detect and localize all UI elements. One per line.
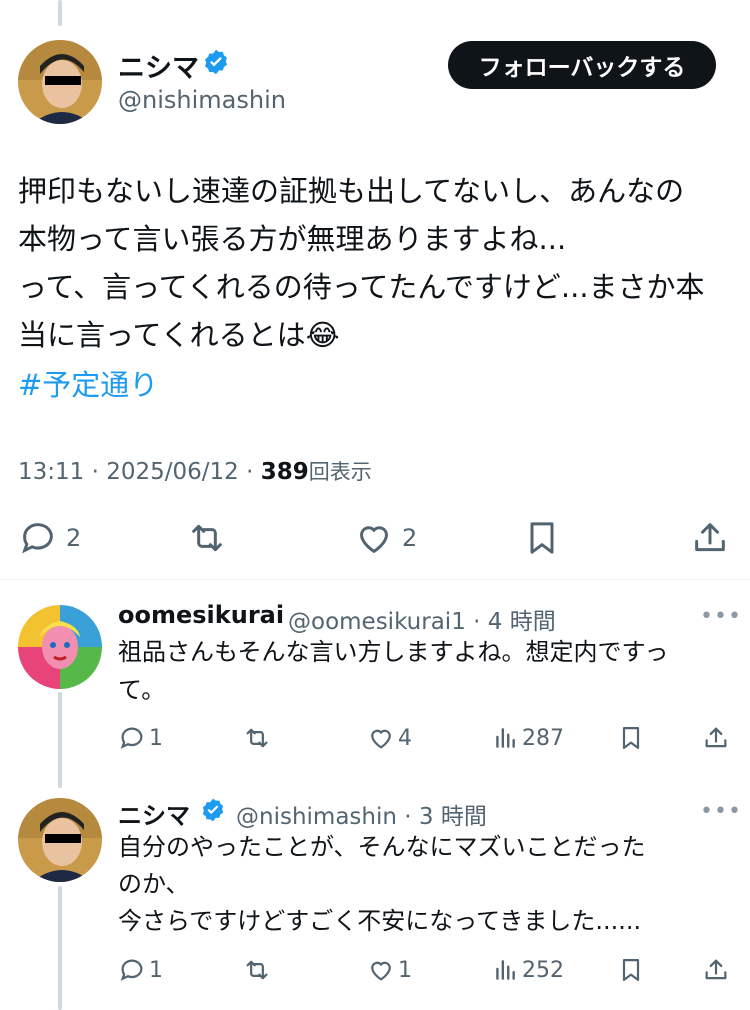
reply-avatar[interactable] xyxy=(18,798,102,882)
follow-back-button[interactable]: フォローバックする xyxy=(448,41,716,89)
retweet-icon xyxy=(246,960,268,980)
reply-text-line-2: のか、 xyxy=(118,870,190,898)
bookmark-button[interactable] xyxy=(617,956,645,984)
share-icon xyxy=(705,727,727,748)
bookmark-icon xyxy=(622,958,640,982)
tweet-text-line-1: 押印もないし速達の証拠も出してないし、あんなの xyxy=(18,174,685,208)
divider xyxy=(0,579,750,580)
avatar[interactable] xyxy=(18,40,102,124)
reply-text-line-1: 自分のやったことが、そんなにマズいことだった xyxy=(118,833,646,861)
share-button[interactable] xyxy=(702,956,730,984)
heart-icon xyxy=(359,526,389,554)
verified-badge-icon xyxy=(200,797,226,827)
reply-icon xyxy=(120,959,143,981)
reply-text-line-1: 祖品さんもそんな言い方しますよね。想定内ですっ xyxy=(118,638,669,666)
retweet-button[interactable] xyxy=(186,518,228,558)
like-button[interactable]: 2 xyxy=(354,518,417,558)
like-count: 2 xyxy=(402,524,418,552)
reply-count: 2 xyxy=(66,524,82,552)
tweet-text-line-3: って、言ってくれるの待ってたんですけど...まさか本 xyxy=(18,270,705,304)
thread-connector-reply xyxy=(58,692,62,788)
tweet-text-line-4-text: 当に言ってくれるとは xyxy=(18,318,306,352)
like-button[interactable]: 1 xyxy=(367,956,412,984)
heart-icon xyxy=(371,961,391,981)
bookmark-icon xyxy=(622,726,640,750)
reply-button[interactable]: 1 xyxy=(118,724,163,752)
views-label: 回表示 xyxy=(308,460,372,484)
hashtag-link[interactable]: #予定通り xyxy=(18,362,158,404)
reply-handle-time[interactable]: @oomesikurai1 · 4 時間 xyxy=(288,602,556,636)
retweet-button[interactable] xyxy=(243,956,271,984)
timestamp[interactable]: 13:11 · 2025/06/12 · xyxy=(18,459,261,485)
reply-author-name[interactable]: ニシマ xyxy=(118,796,190,831)
retweet-button[interactable] xyxy=(243,724,271,752)
reply-author-name[interactable]: oomesikurai xyxy=(118,601,284,629)
reply-count: 1 xyxy=(149,957,163,983)
reply-handle-time[interactable]: @nishimashin · 3 時間 xyxy=(236,797,487,831)
laughing-emoji-icon: 😂 xyxy=(305,318,340,352)
views-button[interactable]: 252 xyxy=(492,956,564,984)
reply-icon xyxy=(120,727,143,749)
more-options-icon[interactable]: ••• xyxy=(700,604,742,629)
share-icon xyxy=(705,959,727,980)
verified-badge-icon xyxy=(202,48,230,80)
reply-avatar[interactable] xyxy=(18,605,102,689)
heart-icon xyxy=(371,729,391,749)
reply-count: 1 xyxy=(149,725,163,751)
thread-connector-top xyxy=(58,0,62,26)
views-chart-icon xyxy=(496,960,515,980)
tweet-text-line-2: 本物って言い張る方が無理ありますよね... xyxy=(18,222,567,256)
share-icon xyxy=(695,523,725,552)
bookmark-icon xyxy=(530,522,554,554)
retweet-icon xyxy=(246,728,268,748)
more-options-icon[interactable]: ••• xyxy=(700,799,742,824)
reply-button[interactable]: 2 xyxy=(18,518,81,558)
views-button[interactable]: 287 xyxy=(492,724,564,752)
reply-text-line-2: て。 xyxy=(118,676,166,704)
views-chart-icon xyxy=(496,728,515,748)
reply-icon xyxy=(22,523,53,554)
tweet-text-line-4: 当に言ってくれるとは😂 xyxy=(18,311,340,359)
views-count: 389 xyxy=(260,459,309,485)
retweet-icon xyxy=(192,524,222,552)
tweet-meta: 13:11 · 2025/06/12 · 389回表示 xyxy=(18,456,372,486)
views-count: 252 xyxy=(522,957,564,983)
reply-text-line-3: 今さらですけどすごく不安になってきました...... xyxy=(118,907,642,935)
share-button[interactable] xyxy=(690,518,730,558)
thread-connector-bottom xyxy=(58,886,62,1010)
author-handle[interactable]: @nishimashin xyxy=(118,86,286,114)
like-button[interactable]: 4 xyxy=(367,724,412,752)
views-count: 287 xyxy=(522,725,564,751)
like-count: 4 xyxy=(398,725,412,751)
bookmark-button[interactable] xyxy=(522,518,562,558)
like-count: 1 xyxy=(398,957,412,983)
reply-button[interactable]: 1 xyxy=(118,956,163,984)
author-name[interactable]: ニシマ xyxy=(118,46,199,85)
bookmark-button[interactable] xyxy=(617,724,645,752)
share-button[interactable] xyxy=(702,724,730,752)
